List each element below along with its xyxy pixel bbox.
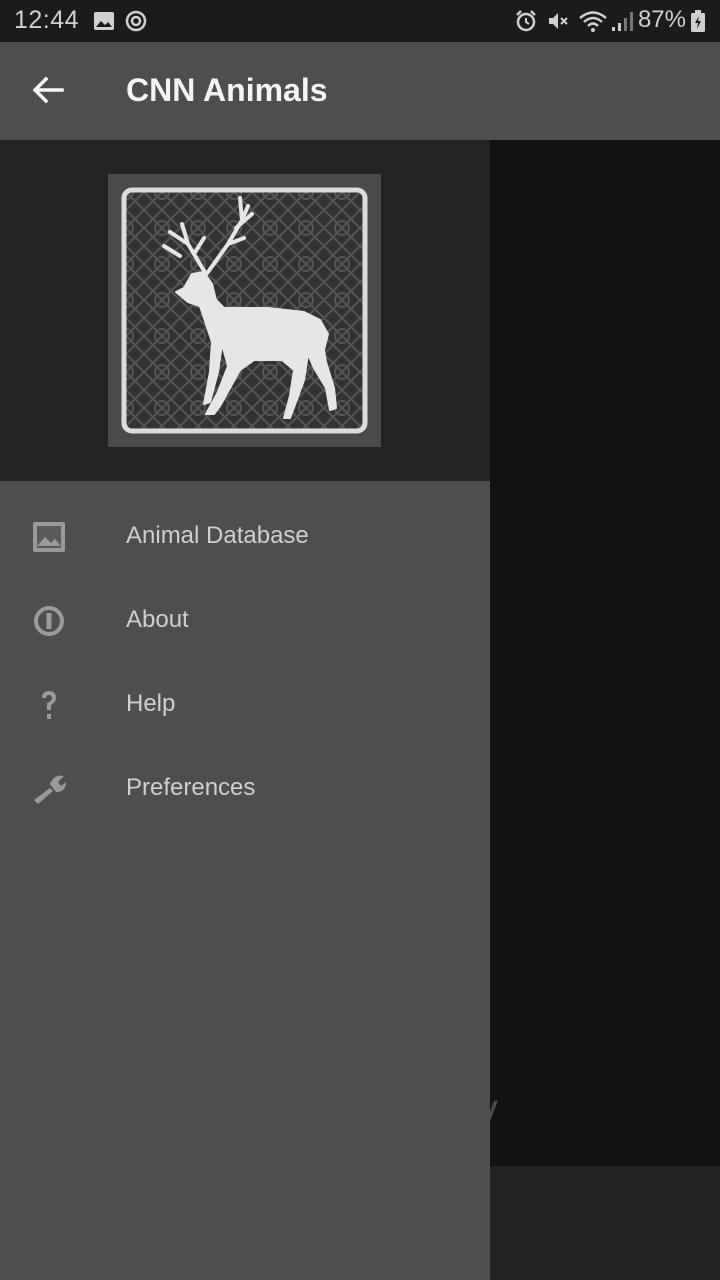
- help-icon: [42, 691, 56, 719]
- app-title: CNN Animals: [126, 72, 328, 108]
- arrow-back-icon[interactable]: [26, 68, 70, 112]
- menu-label-about: About: [126, 606, 189, 633]
- wifi-icon: [579, 11, 607, 32]
- menu-label-animal-database: Animal Database: [126, 522, 309, 549]
- menu-label-help: Help: [126, 690, 176, 717]
- image-icon: [33, 522, 65, 552]
- mute-icon: [549, 13, 568, 29]
- menu-item-about[interactable]: About: [0, 580, 490, 664]
- alarm-icon: [516, 10, 536, 32]
- menu-item-help[interactable]: Help: [0, 664, 490, 748]
- status-time: 12:44: [14, 6, 80, 34]
- status-bar: 12:44 87%: [0, 0, 720, 42]
- battery-icon: [691, 10, 705, 32]
- menu-item-preferences[interactable]: Preferences: [0, 748, 490, 832]
- menu-item-animal-database[interactable]: Animal Database: [0, 496, 490, 580]
- sync-icon: [125, 10, 147, 32]
- signal-icon: [612, 12, 633, 31]
- wrench-icon: [34, 775, 66, 804]
- navigation-drawer: Animal Database About Help Preferences: [0, 140, 490, 1280]
- app-bar: CNN Animals: [0, 42, 720, 140]
- menu-label-preferences: Preferences: [126, 774, 256, 801]
- app-logo: [108, 174, 381, 447]
- battery-percent: 87%: [637, 6, 686, 33]
- deer-logo-icon: [121, 187, 368, 434]
- image-icon: [94, 12, 114, 30]
- info-icon: [34, 606, 64, 636]
- drawer-header: [0, 140, 490, 481]
